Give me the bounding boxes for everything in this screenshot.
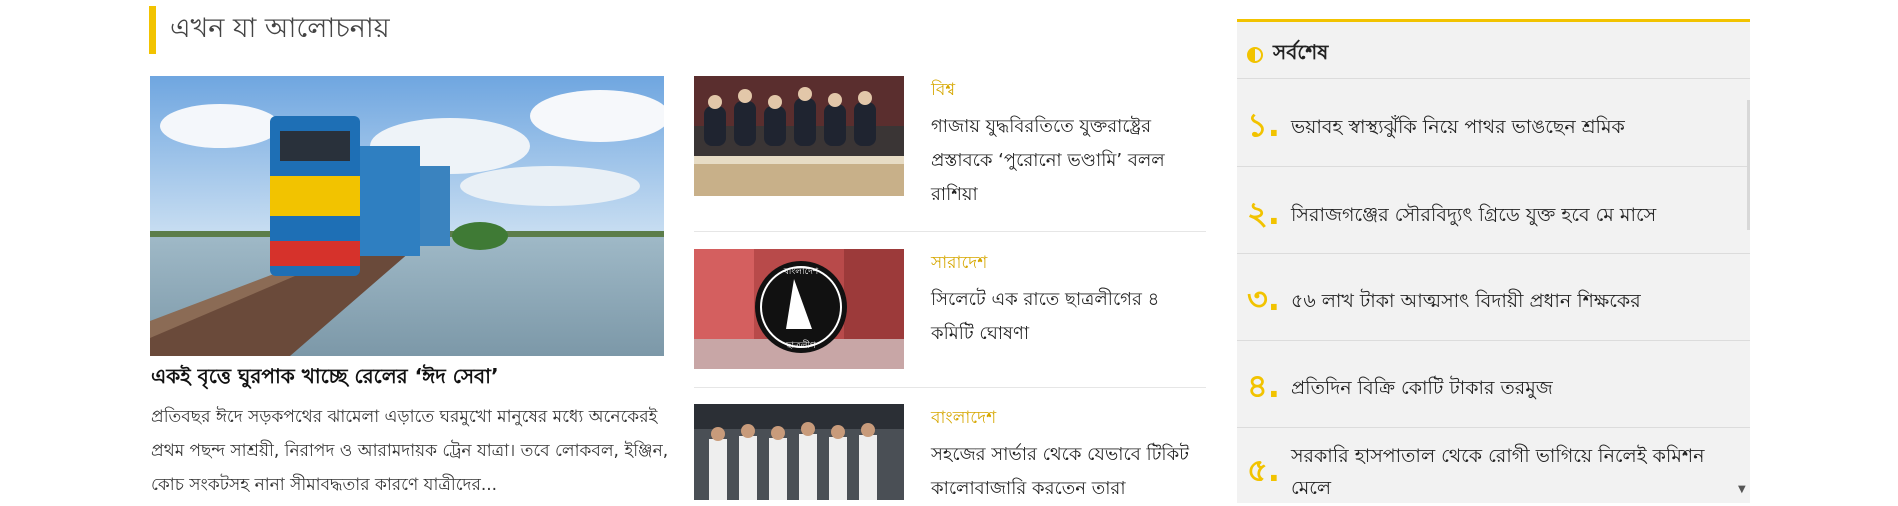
- latest-item-number: ১.: [1247, 106, 1280, 144]
- emblem-photo[interactable]: বাংলাদেশ ছাত্রলীগ: [694, 249, 904, 369]
- story-category[interactable]: বাংলাদেশ: [931, 405, 996, 433]
- latest-item[interactable]: ১. ভয়াবহ স্বাস্থ্যঝুঁকি নিয়ে পাথর ভাঙছ…: [1247, 100, 1727, 154]
- latest-item-text[interactable]: সরকারি হাসপাতাল থেকে রোগী ভাগিয়ে নিলেই …: [1291, 440, 1727, 503]
- latest-item-text[interactable]: সিরাজগঞ্জের সৌরবিদ্যুৎ গ্রিডে যুক্ত হবে …: [1291, 199, 1656, 231]
- half-circle-icon: [1247, 46, 1263, 63]
- story-divider: [694, 387, 1206, 388]
- latest-divider: [1237, 253, 1750, 254]
- latest-item-number: ২.: [1247, 194, 1280, 232]
- story-headline[interactable]: সিলেটে এক রাতে ছাত্রলীগের ৪ কমিটি ঘোষণা: [931, 283, 1193, 351]
- latest-divider: [1237, 166, 1750, 167]
- emblem-bottom-text: ছাত্রলীগ: [785, 339, 817, 351]
- latest-news-panel: সর্বশেষ ১. ভয়াবহ স্বাস্থ্যঝুঁকি নিয়ে প…: [1237, 19, 1750, 503]
- story-item[interactable]: বাংলাদেশ ছাত্রলীগ সারাদেশ সিলেটে এক রাতে…: [694, 249, 1206, 369]
- story-item[interactable]: বিশ্ব গাজায় যুদ্ধবিরতিতে যুক্তরাষ্ট্রের…: [694, 76, 1206, 205]
- latest-item[interactable]: ৩. ৫৬ লাখ টাকা আত্মসাৎ বিদায়ী প্রধান শি…: [1247, 274, 1727, 328]
- story-item[interactable]: বাংলাদেশ সহজের সার্ভার থেকে যেভাবে টিকিট…: [694, 404, 1206, 500]
- story-divider: [694, 231, 1206, 232]
- lead-story-title[interactable]: একই বৃত্তে ঘুরপাক খাচ্ছে রেলের ‘ঈদ সেবা’: [151, 362, 671, 395]
- emblem-top-text: বাংলাদেশ: [783, 267, 819, 277]
- latest-item-number: ৫.: [1247, 451, 1280, 489]
- story-category[interactable]: সারাদেশ: [931, 250, 987, 278]
- latest-item[interactable]: ৫. সরকারি হাসপাতাল থেকে রোগী ভাগিয়ে নিল…: [1247, 440, 1727, 503]
- lead-story-image[interactable]: [150, 76, 664, 356]
- latest-scrollbar[interactable]: [1747, 100, 1750, 230]
- section-heading: এখন যা আলোচনায়: [149, 6, 390, 54]
- latest-divider: [1237, 340, 1750, 341]
- group-photo[interactable]: [694, 404, 904, 500]
- latest-item-number: ৩.: [1247, 280, 1280, 318]
- latest-item-text[interactable]: প্রতিদিন বিক্রি কোটি টাকার তরমুজ: [1291, 372, 1553, 404]
- latest-panel-title-text: সর্বশেষ: [1273, 40, 1329, 64]
- latest-divider: [1237, 427, 1750, 428]
- latest-item-text[interactable]: ৫৬ লাখ টাকা আত্মসাৎ বিদায়ী প্রধান শিক্ষ…: [1291, 285, 1641, 317]
- scroll-down-arrow-icon[interactable]: ▼: [1738, 484, 1746, 495]
- latest-panel-title: সর্বশেষ: [1247, 38, 1328, 71]
- story-category[interactable]: বিশ্ব: [931, 77, 955, 105]
- story-headline[interactable]: গাজায় যুদ্ধবিরতিতে যুক্তরাষ্ট্রের প্রস্…: [931, 110, 1193, 212]
- latest-item-number: ৪.: [1247, 367, 1280, 405]
- story-headline[interactable]: সহজের সার্ভার থেকে যেভাবে টিকিট কালোবাজা…: [931, 438, 1193, 506]
- latest-divider: [1237, 78, 1750, 79]
- latest-item[interactable]: ২. সিরাজগঞ্জের সৌরবিদ্যুৎ গ্রিডে যুক্ত হ…: [1247, 188, 1727, 242]
- latest-item[interactable]: ৪. প্রতিদিন বিক্রি কোটি টাকার তরমুজ: [1247, 361, 1727, 415]
- lead-story-summary: প্রতিবছর ঈদে সড়কপথের ঝামেলা এড়াতে ঘরমু…: [151, 407, 669, 495]
- latest-item-text[interactable]: ভয়াবহ স্বাস্থ্যঝুঁকি নিয়ে পাথর ভাঙছেন …: [1291, 111, 1625, 143]
- council-meeting-photo[interactable]: [694, 76, 904, 196]
